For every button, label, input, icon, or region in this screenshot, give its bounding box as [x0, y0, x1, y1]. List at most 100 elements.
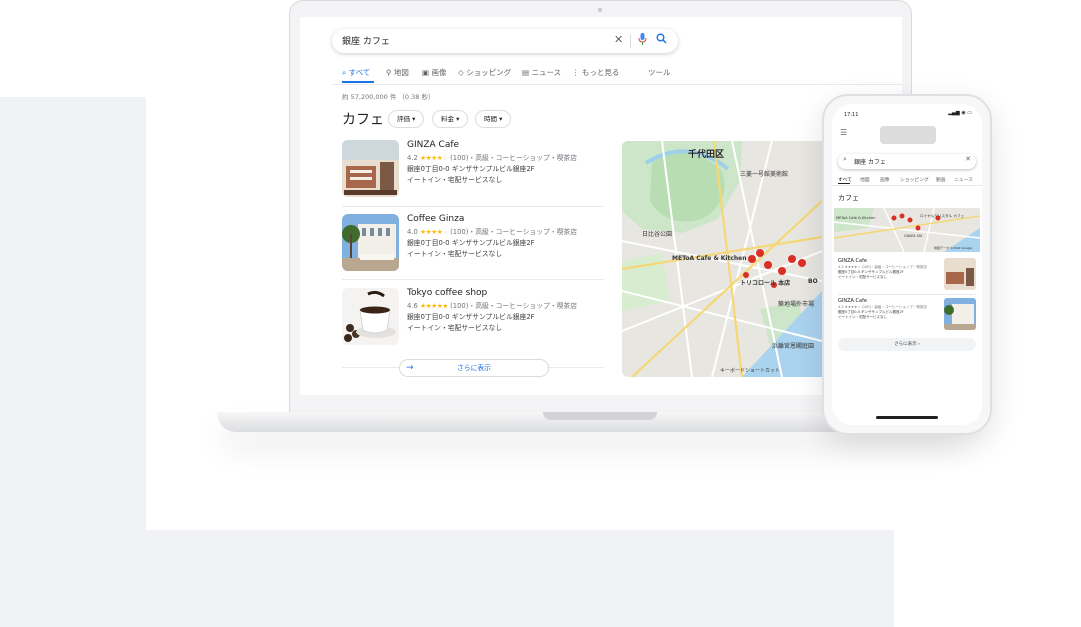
tab-videos[interactable]: 動画	[936, 176, 946, 183]
close-icon[interactable]: ✕	[965, 155, 971, 163]
cafe-interior-photo	[944, 258, 976, 290]
result-rating: 4.2	[407, 154, 418, 162]
result-name[interactable]: GINZA Cafe	[407, 140, 459, 150]
search-input[interactable]: 銀座 カフェ	[342, 34, 390, 47]
map-panel[interactable]: 千代田区 三菱一号館美術館 日比谷公園 METoA Cafe & Kitchen…	[622, 141, 822, 377]
result-service: イートイン・宅配サービスなし	[407, 176, 503, 184]
status-icons: ▂▄▆ ◉ ▭	[948, 110, 972, 116]
result-rating: 4.6	[407, 302, 418, 310]
tab-all[interactable]: ⌕ すべて	[342, 67, 370, 78]
result-address: 銀座0丁目0-0 ギンザサンプルビル銀座2F	[407, 165, 535, 173]
local-pack-heading: カフェ	[342, 112, 384, 128]
more-results-label: さらに表示	[457, 364, 491, 372]
result-name[interactable]: GINZA Cafe	[838, 298, 867, 304]
divider	[342, 367, 399, 368]
laptop-lid: 銀座 カフェ ✕ ⌕ すべて ⚲ 地図 ▣ 画像 ◇ ショッピング ▤ ニュース…	[289, 0, 912, 414]
tab-news[interactable]: ニュース	[954, 176, 973, 183]
caret-down-icon: ▾	[456, 115, 460, 123]
local-result[interactable]: Tokyo coffee shop 4.6 ★★★★★ (100)・高級・コーヒ…	[342, 288, 604, 352]
result-category: (100)・高級・コーヒーショップ・喫茶店	[450, 228, 578, 236]
chip-rating[interactable]: 評価 ▾	[388, 110, 425, 128]
tab-images[interactable]: ▣ 画像	[422, 67, 446, 78]
caret-down-icon: ▾	[499, 115, 503, 123]
home-indicator	[876, 416, 938, 419]
stars-filled: ★★★★	[419, 228, 443, 236]
cafe-interior-photo	[342, 140, 399, 197]
result-service: イートイン・宅配サービスなし	[407, 324, 503, 332]
news-icon: ▤	[522, 68, 530, 77]
active-tab-indicator	[838, 183, 850, 184]
result-name[interactable]: Coffee Ginza	[407, 214, 464, 224]
map-place-label: ロイヤルクリスタル カフェ	[920, 214, 965, 218]
more-results-button[interactable]: → さらに表示	[399, 359, 549, 377]
hamburger-menu-icon[interactable]: ☰	[840, 128, 847, 137]
laptop-notch	[543, 412, 657, 420]
tab-images-label: 画像	[431, 68, 447, 77]
local-result[interactable]: Coffee Ginza 4.0 ★★★★☆ (100)・高級・コーヒーショップ…	[342, 214, 604, 278]
tab-map[interactable]: 地図	[860, 176, 870, 183]
tab-tools[interactable]: ツール	[648, 67, 671, 78]
result-meta: 4.6 ★★★★★ (100)・高級・コーヒーショップ・喫茶店	[407, 300, 577, 310]
divider	[547, 367, 604, 368]
result-name[interactable]: Tokyo coffee shop	[407, 288, 487, 298]
tab-more[interactable]: ⋮ もっと見る	[572, 67, 619, 78]
star-rating-icon: ★★★★★	[420, 302, 448, 310]
tab-all-label: すべて	[348, 68, 371, 77]
search-input[interactable]: 銀座 カフェ	[854, 157, 886, 166]
tab-shopping[interactable]: ショッピング	[900, 176, 929, 183]
map-place-label: BO	[808, 278, 818, 285]
stars-empty: ☆	[442, 228, 448, 236]
star-rating-icon: ★★★★☆	[420, 154, 448, 162]
tab-map[interactable]: ⚲ 地図	[386, 67, 409, 78]
local-result[interactable]: GINZA Cafe 4.2 ★★★★☆ (100)・高級・コーヒーショップ・喫…	[342, 140, 604, 204]
tab-more-label: もっと見る	[581, 68, 620, 77]
smartphone: 17:11 ▂▄▆ ◉ ▭ ☰ ⌕ 銀座 カフェ ✕ すべて 地図 画像 ショッ…	[822, 94, 992, 435]
tab-shopping[interactable]: ◇ ショッピング	[458, 67, 511, 78]
cafe-exterior-photo	[342, 214, 399, 271]
cafe-exterior-photo	[944, 298, 976, 330]
star-rating-icon: ★★★★☆	[420, 228, 448, 236]
tab-images[interactable]: 画像	[880, 176, 890, 183]
google-doodle-logo[interactable]	[880, 126, 936, 144]
map-place-label: 浜離宮恩賜庭園	[772, 343, 815, 350]
map-attribution: キーボードショートカット	[720, 368, 781, 374]
divider	[630, 34, 631, 48]
more-results-button[interactable]: さらに表示 ›	[838, 338, 976, 351]
search-bar[interactable]: ⌕ 銀座 カフェ ✕	[838, 154, 976, 169]
close-icon[interactable]: ✕	[614, 33, 623, 46]
result-rating: 4.0	[407, 228, 418, 236]
map-place-label: 築地場外市場	[778, 301, 815, 308]
result-meta: 4.2 ★★★★☆ (100)・高級・コーヒーショップ・喫茶店	[407, 152, 577, 162]
map-attribution: 地図データ ©2022 Google	[934, 246, 973, 250]
result-name[interactable]: GINZA Cafe	[838, 258, 867, 264]
stars-empty: ☆	[442, 154, 448, 162]
chip-hours[interactable]: 時間 ▾	[475, 110, 512, 128]
image-icon: ▣	[422, 68, 430, 77]
background-panel-bottom	[146, 530, 894, 627]
chip-rating-label: 評価	[397, 115, 410, 123]
map-place-label: トリコロール 本店	[740, 280, 791, 287]
phone-screen: 17:11 ▂▄▆ ◉ ▭ ☰ ⌕ 銀座 カフェ ✕ すべて 地図 画像 ショッ…	[832, 104, 982, 425]
result-service: イートイン・宅配サービスなし	[838, 315, 887, 319]
tag-icon: ◇	[458, 68, 464, 77]
laptop-camera	[598, 8, 602, 12]
divider	[342, 279, 604, 280]
tab-news[interactable]: ▤ ニュース	[522, 67, 561, 78]
local-result[interactable]: GINZA Cafe 4.2 ★★★★☆ (100)・高級・コーヒーショップ・喫…	[838, 258, 976, 292]
divider	[838, 294, 976, 295]
search-icon: ⌕	[843, 155, 847, 163]
tab-all[interactable]: すべて	[838, 176, 852, 183]
map-panel[interactable]: METoA Cafe & Kitchen ロイヤルクリスタル カフェ GINZA…	[833, 207, 981, 253]
tab-shopping-label: ショッピング	[466, 68, 512, 77]
search-icon[interactable]	[656, 33, 667, 47]
search-bar[interactable]: 銀座 カフェ ✕	[332, 29, 678, 53]
chip-price[interactable]: 料金 ▾	[432, 110, 469, 128]
map-place-label: 三菱一号館美術館	[740, 171, 789, 178]
result-service: イートイン・宅配サービスなし	[407, 250, 503, 258]
mic-icon[interactable]	[638, 33, 647, 48]
map-place-label: GINZA SIX	[904, 234, 923, 238]
divider	[342, 206, 604, 207]
tab-news-label: ニュース	[531, 68, 562, 77]
local-result[interactable]: GINZA Cafe 4.2 ★★★★☆ (100)・高級・コーヒーショップ・喫…	[838, 298, 976, 332]
map-district-label: 千代田区	[688, 150, 725, 160]
